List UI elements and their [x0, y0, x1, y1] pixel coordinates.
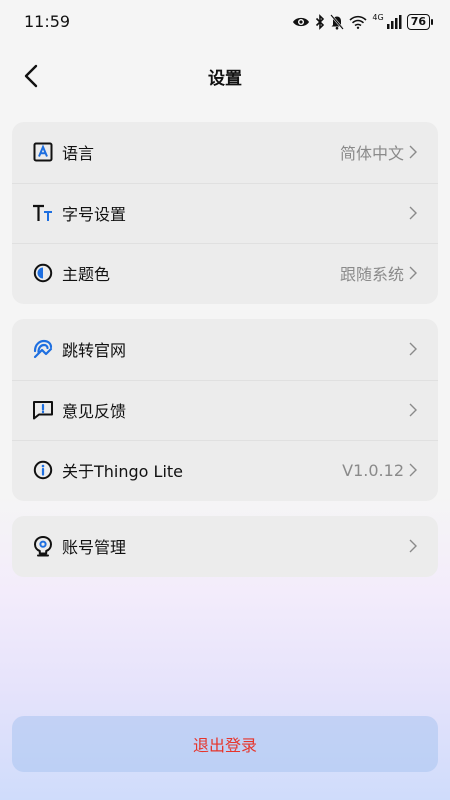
setting-row-feedback[interactable]: 意见反馈 [12, 379, 438, 441]
nav-bar: 设置 [0, 50, 450, 100]
status-bar: 11:59 4G 76 [0, 0, 450, 44]
theme-icon [32, 262, 54, 284]
row-label: 跳转官网 [62, 341, 127, 361]
row-value: 简体中文 [339, 144, 404, 164]
info-icon [32, 459, 54, 481]
network-type: 4G [372, 13, 384, 22]
chevron-right-icon [409, 403, 417, 417]
setting-row-theme[interactable]: 主题色 跟随系统 [12, 243, 438, 304]
account-icon [32, 535, 54, 557]
settings-group-general: 语言 简体中文 字号设置 主题色 跟随系统 [12, 122, 438, 304]
logout-button[interactable]: 退出登录 [12, 716, 438, 772]
signal-icon [386, 15, 402, 29]
page-title: 设置 [208, 69, 242, 89]
row-value: 跟随系统 [339, 265, 404, 285]
row-label: 关于Thingo Lite [62, 462, 184, 482]
row-label: 意见反馈 [62, 401, 127, 421]
website-icon [32, 338, 54, 360]
row-label: 账号管理 [62, 538, 127, 558]
setting-row-language[interactable]: 语言 简体中文 [12, 122, 438, 183]
chevron-right-icon [409, 145, 417, 159]
battery-icon: 76 [406, 14, 434, 30]
wifi-icon [349, 15, 367, 29]
language-icon [32, 141, 54, 163]
setting-row-account[interactable]: 账号管理 [12, 516, 438, 577]
setting-row-about[interactable]: 关于Thingo Lite V1.0.12 [12, 440, 438, 501]
chevron-right-icon [409, 266, 417, 280]
chevron-right-icon [409, 539, 417, 553]
row-label: 主题色 [62, 265, 111, 285]
chevron-right-icon [409, 206, 417, 220]
eye-icon [293, 17, 310, 27]
setting-row-website[interactable]: 跳转官网 [12, 319, 438, 380]
settings-group-about: 跳转官网 意见反馈 关于Thingo Lite V1.0.12 [12, 319, 438, 501]
logout-label: 退出登录 [192, 736, 257, 755]
row-label: 字号设置 [62, 204, 127, 224]
mute-bell-icon [330, 14, 345, 30]
chevron-right-icon [409, 463, 417, 477]
chevron-right-icon [409, 342, 417, 356]
row-label: 语言 [62, 144, 95, 164]
row-value: V1.0.12 [342, 460, 404, 480]
settings-group-account: 账号管理 [12, 516, 438, 577]
feedback-icon [32, 399, 54, 421]
bluetooth-icon [316, 14, 325, 30]
status-time: 11:59 [24, 12, 71, 31]
setting-row-font-size[interactable]: 字号设置 [12, 182, 438, 244]
font-size-icon [32, 202, 54, 224]
status-icons: 4G 76 [292, 12, 434, 32]
